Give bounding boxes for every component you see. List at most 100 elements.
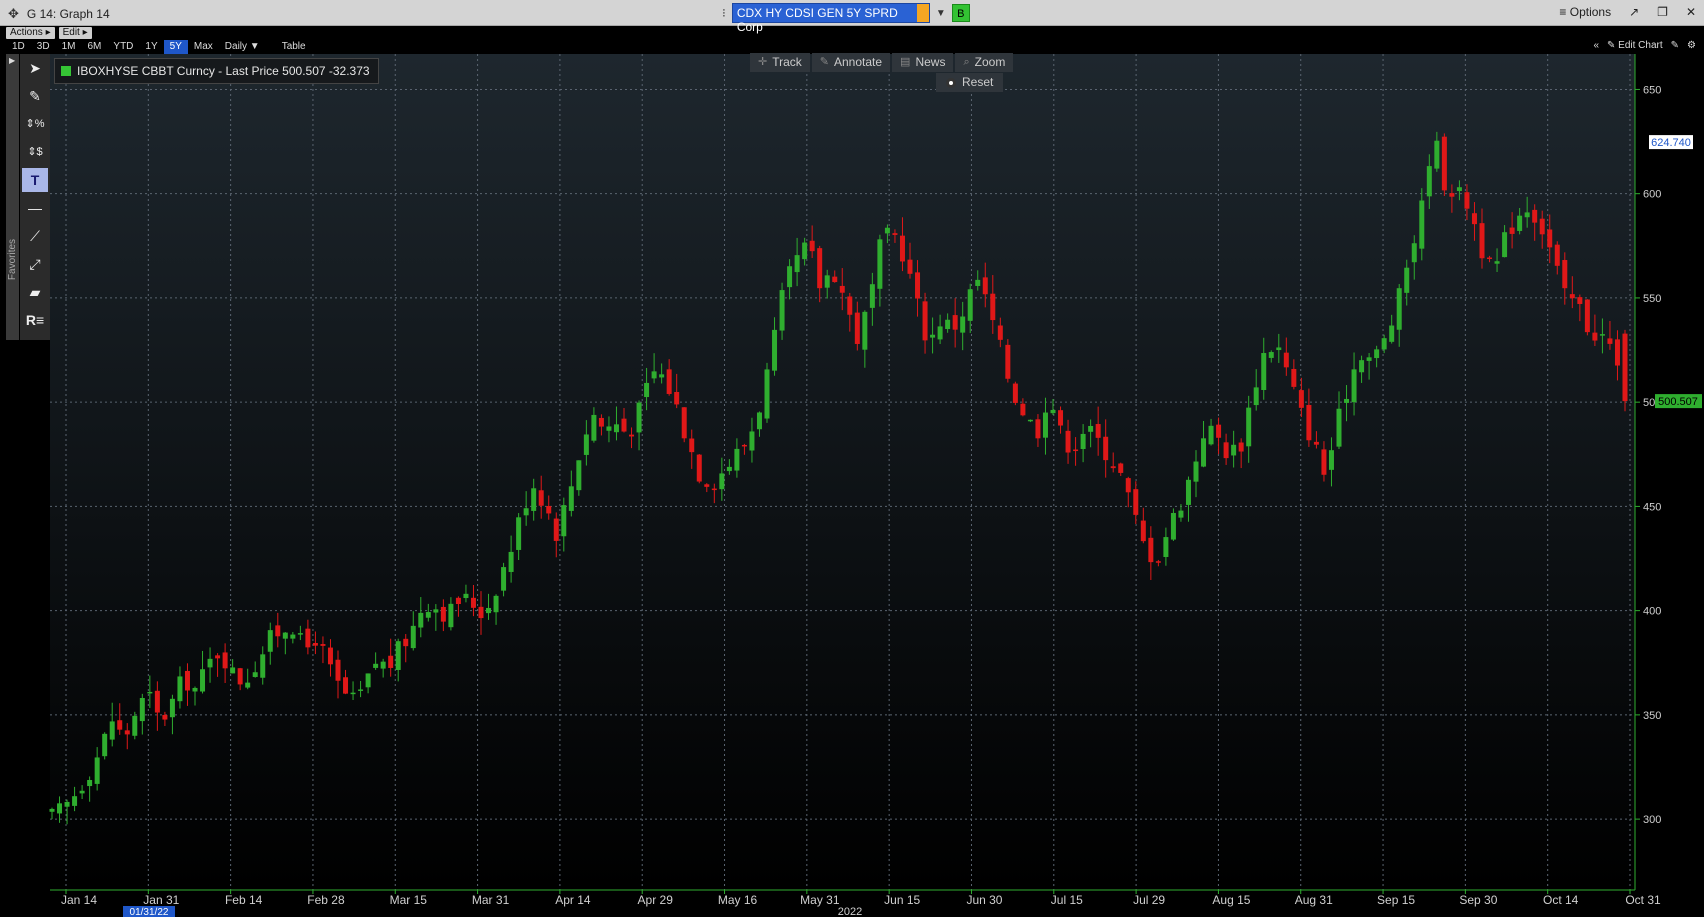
range-1m[interactable]: 1M	[56, 40, 82, 54]
options-button[interactable]: ≡ Options	[1559, 5, 1611, 19]
candle-body	[1494, 261, 1500, 264]
candle-body	[583, 434, 589, 455]
range-daily[interactable]: Daily ▼	[219, 40, 266, 54]
candle-body	[854, 312, 860, 344]
candle-body	[1434, 140, 1440, 169]
candle-body	[1298, 390, 1304, 408]
candle-body	[960, 316, 966, 333]
candle[interactable]	[681, 407, 687, 443]
candle-body	[1313, 441, 1319, 445]
candle[interactable]	[696, 454, 702, 484]
edit-icon[interactable]: ✎	[1671, 40, 1679, 51]
percent-measure-tool-icon[interactable]: ⇕%	[22, 112, 48, 136]
candle-body	[1283, 352, 1289, 368]
x-year-label: 2022	[838, 906, 862, 917]
magnifier-icon: ⌕	[963, 56, 970, 68]
restore-icon[interactable]: ❐	[1657, 5, 1668, 19]
drag-handle-icon[interactable]: ⁝	[722, 6, 726, 20]
news-button[interactable]: ▤ News	[892, 53, 954, 72]
candle-body	[320, 644, 326, 646]
candle-body	[1517, 215, 1523, 231]
close-icon[interactable]: ✕	[1686, 5, 1696, 19]
ticker-input[interactable]: CDX HY CDSI GEN 5Y SPRD Corp	[731, 3, 930, 34]
reset-icon	[946, 77, 956, 88]
candle-body	[689, 438, 695, 453]
candle-body	[772, 329, 778, 371]
candle[interactable]	[1005, 339, 1011, 383]
pointer-tool-icon[interactable]: ➤	[22, 56, 48, 80]
candle-body	[1411, 243, 1417, 263]
candle-body	[832, 276, 838, 283]
reset-button[interactable]: Reset	[936, 73, 1004, 92]
candle-body	[162, 714, 168, 720]
channel-tool-icon[interactable]: ▰	[22, 280, 48, 304]
pen-tool-icon[interactable]: ✎	[22, 84, 48, 108]
chevron-down-icon[interactable]: ▼	[936, 8, 946, 19]
trend-line-tool-icon[interactable]: ⟋	[22, 224, 48, 248]
zoom-button[interactable]: ⌕ Zoom	[955, 53, 1014, 72]
candle-body	[1524, 212, 1530, 218]
candle-body	[847, 296, 853, 315]
price-measure-tool-icon[interactable]: ⇕$	[22, 140, 48, 164]
x-tick-label: May 31	[800, 893, 840, 907]
candle-body	[621, 418, 627, 432]
x-tick-label: Jul 15	[1051, 893, 1083, 907]
candle[interactable]	[1622, 329, 1628, 412]
x-tick-label: Feb 14	[225, 893, 263, 907]
candle-body	[990, 293, 996, 321]
popout-icon[interactable]: ↗	[1629, 5, 1639, 19]
candle[interactable]	[1441, 133, 1447, 197]
range-bar: 1D 3D 1M 6M YTD 1Y 5Y Max Daily ▼ Table	[6, 40, 312, 54]
candle-body	[1276, 347, 1282, 351]
favorites-tab[interactable]: ▶ Favorites	[6, 54, 19, 340]
candle-body	[636, 402, 642, 433]
candle-body	[922, 301, 928, 341]
candle[interactable]	[1012, 381, 1018, 406]
candle-body	[1554, 244, 1560, 266]
candle[interactable]	[1584, 299, 1590, 336]
candle-body	[817, 248, 823, 289]
track-button[interactable]: ✛ Track	[750, 53, 810, 72]
candle-body	[470, 597, 476, 608]
candle[interactable]	[764, 362, 770, 423]
actions-menu[interactable]: Actions ▸	[6, 27, 55, 39]
collapse-icon[interactable]: «	[1593, 40, 1599, 51]
series-legend[interactable]: IBOXHYSE CBBT Curncy - Last Price 500.50…	[54, 58, 379, 84]
range-ytd[interactable]: YTD	[107, 40, 139, 54]
fibonacci-tool-icon[interactable]: R≡	[22, 308, 48, 332]
range-table[interactable]: Table	[276, 40, 312, 54]
candle-body	[553, 518, 559, 541]
range-6m[interactable]: 6M	[82, 40, 108, 54]
candle-body	[802, 242, 808, 260]
gear-icon[interactable]: ⚙	[1687, 40, 1696, 51]
range-max[interactable]: Max	[188, 40, 219, 54]
candle-body	[1577, 297, 1583, 304]
candle[interactable]	[1170, 508, 1176, 541]
range-5y[interactable]: 5Y	[163, 40, 188, 54]
x-tick-label: Apr 29	[638, 893, 674, 907]
price-chart[interactable]: 650600550500450400350300Jan 14 Jan 31 Feb …	[0, 0, 1704, 917]
range-3d[interactable]: 3D	[31, 40, 56, 54]
candle-body	[425, 612, 431, 618]
candle-body	[305, 628, 311, 648]
candle[interactable]	[102, 732, 108, 760]
ray-tool-icon[interactable]: ⤢	[22, 252, 48, 276]
text-tool-icon[interactable]: T	[22, 168, 48, 192]
candle-body	[102, 733, 108, 757]
candle-body	[1614, 339, 1620, 366]
candle-body	[1456, 187, 1462, 191]
edit-chart-button[interactable]: ✎ Edit Chart	[1607, 40, 1663, 51]
expand-arrow-icon[interactable]: ▶	[9, 56, 15, 65]
annotate-button[interactable]: ✎ Annotate	[811, 53, 891, 72]
candle-body	[79, 790, 85, 794]
edit-menu[interactable]: Edit ▸	[58, 27, 92, 39]
candle-body	[1178, 510, 1184, 518]
move-icon[interactable]: ✥	[8, 6, 19, 22]
candle-body	[794, 255, 800, 273]
candle[interactable]	[132, 711, 138, 740]
ticker-badge[interactable]: B	[951, 4, 970, 22]
horizontal-line-tool-icon[interactable]: —	[22, 196, 48, 220]
range-1y[interactable]: 1Y	[139, 40, 163, 54]
candle-body	[327, 647, 333, 665]
range-1d[interactable]: 1D	[6, 40, 31, 54]
